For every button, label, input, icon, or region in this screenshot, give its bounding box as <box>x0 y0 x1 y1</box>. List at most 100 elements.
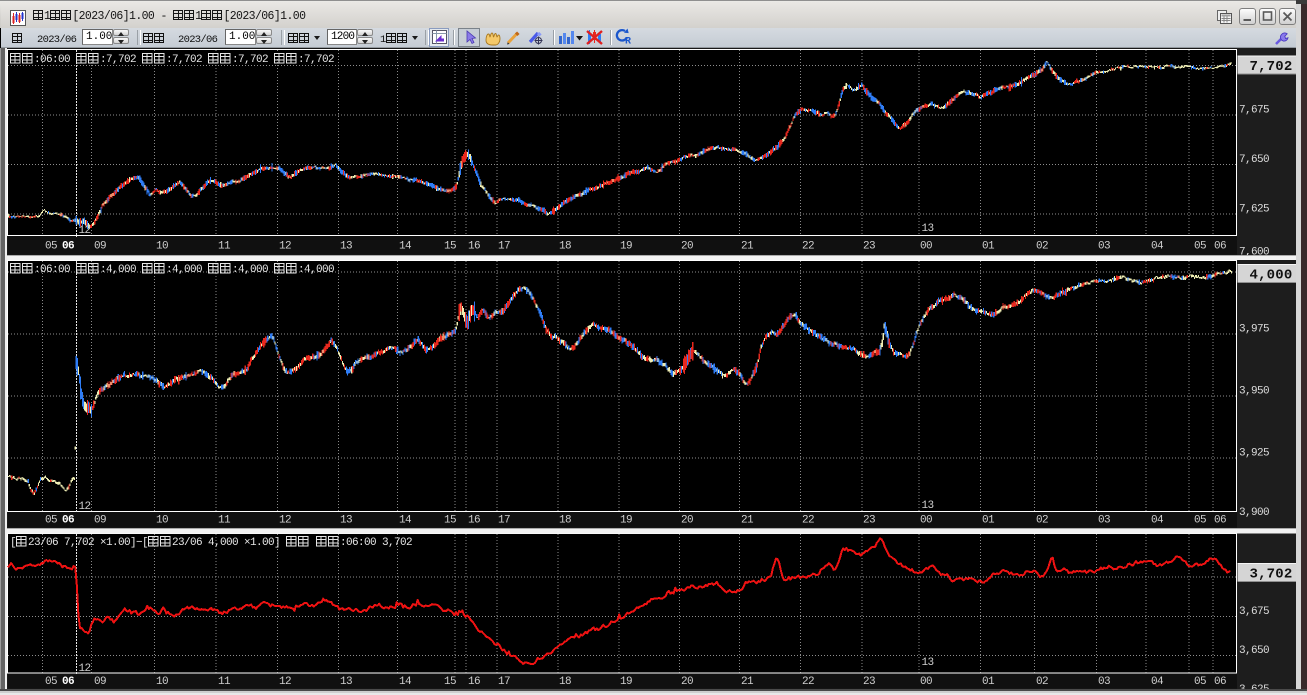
svg-text:09: 09 <box>94 241 106 253</box>
svg-text:R: R <box>625 37 631 48</box>
svg-text:20: 20 <box>681 676 693 688</box>
svg-text:10: 10 <box>156 676 168 688</box>
svg-text:09: 09 <box>94 515 106 527</box>
svg-text:×1.00]: ×1.00] <box>244 537 280 549</box>
svg-text:23/06 7,702: 23/06 7,702 <box>28 537 94 549</box>
svg-text::4,000: :4,000 <box>166 264 202 276</box>
svg-text:00: 00 <box>920 676 932 688</box>
svg-text:3,675: 3,675 <box>1239 606 1269 618</box>
svg-text::06:00: :06:00 <box>34 54 70 66</box>
svg-text:13: 13 <box>340 676 352 688</box>
svg-text:12: 12 <box>279 515 291 527</box>
svg-text:23: 23 <box>863 515 875 527</box>
svg-text:19: 19 <box>620 241 632 253</box>
svg-text:04: 04 <box>1151 676 1164 688</box>
svg-text:02: 02 <box>1036 241 1048 253</box>
svg-text:04: 04 <box>1151 241 1164 253</box>
svg-text::4,000: :4,000 <box>298 264 334 276</box>
svg-text::7,702: :7,702 <box>232 54 268 66</box>
svg-text:14: 14 <box>399 515 412 527</box>
svg-text:05: 05 <box>45 241 57 253</box>
svg-text:02: 02 <box>1036 515 1048 527</box>
svg-text:06: 06 <box>62 676 74 688</box>
svg-text:12: 12 <box>79 663 91 675</box>
svg-text:12: 12 <box>79 225 91 237</box>
svg-text:06: 06 <box>1214 241 1226 253</box>
svg-text:3,650: 3,650 <box>1239 645 1269 657</box>
svg-text:18: 18 <box>559 515 571 527</box>
svg-text:19: 19 <box>620 676 632 688</box>
svg-text:05: 05 <box>1194 515 1206 527</box>
svg-text:14: 14 <box>399 676 412 688</box>
svg-text:05: 05 <box>45 676 57 688</box>
svg-text:00: 00 <box>920 515 932 527</box>
svg-text:06: 06 <box>62 515 74 527</box>
svg-text::4,000: :4,000 <box>100 264 136 276</box>
svg-text:10: 10 <box>156 515 168 527</box>
svg-text:14: 14 <box>399 241 412 253</box>
svg-text:22: 22 <box>802 676 814 688</box>
svg-text:05: 05 <box>45 515 57 527</box>
svg-text:06: 06 <box>1214 676 1226 688</box>
svg-text:11: 11 <box>218 515 231 527</box>
svg-text:05: 05 <box>1194 241 1206 253</box>
svg-text:20: 20 <box>681 241 693 253</box>
svg-text:17: 17 <box>498 676 510 688</box>
svg-text:23: 23 <box>863 241 875 253</box>
svg-text:12: 12 <box>79 501 91 513</box>
svg-text:3,925: 3,925 <box>1239 448 1269 460</box>
svg-text:7,650: 7,650 <box>1239 154 1269 166</box>
svg-text:05: 05 <box>1194 676 1206 688</box>
svg-text:11: 11 <box>218 241 231 253</box>
svg-text:3,975: 3,975 <box>1239 324 1269 336</box>
svg-text:13: 13 <box>922 500 934 512</box>
svg-text:23/06 4,000: 23/06 4,000 <box>172 537 238 549</box>
svg-text::7,702: :7,702 <box>100 54 136 66</box>
svg-text:13: 13 <box>340 515 352 527</box>
svg-text:3,900: 3,900 <box>1239 507 1269 519</box>
svg-text:13: 13 <box>340 241 352 253</box>
svg-text:17: 17 <box>498 515 510 527</box>
svg-text:03: 03 <box>1098 515 1110 527</box>
svg-text::7,702: :7,702 <box>298 54 334 66</box>
svg-text:3,702: 3,702 <box>1249 567 1292 583</box>
svg-text:03: 03 <box>1098 241 1110 253</box>
svg-text:[: [ <box>10 537 16 549</box>
svg-text:22: 22 <box>802 515 814 527</box>
svg-text:23: 23 <box>863 676 875 688</box>
svg-text:16: 16 <box>468 676 480 688</box>
svg-text:21: 21 <box>741 515 754 527</box>
svg-text:02: 02 <box>1036 676 1048 688</box>
svg-text:13: 13 <box>922 657 934 669</box>
svg-text:00: 00 <box>920 241 932 253</box>
svg-text:[: [ <box>142 537 148 549</box>
svg-text::06:00 3,702: :06:00 3,702 <box>340 537 412 549</box>
svg-text:10: 10 <box>156 241 168 253</box>
svg-text:21: 21 <box>741 241 754 253</box>
svg-text:06: 06 <box>1214 515 1226 527</box>
svg-text:20: 20 <box>681 515 693 527</box>
svg-text:01: 01 <box>982 515 995 527</box>
svg-text:×1.00]: ×1.00] <box>100 537 136 549</box>
svg-text:19: 19 <box>620 515 632 527</box>
svg-text:7,702: 7,702 <box>1249 59 1292 75</box>
svg-text:7,675: 7,675 <box>1239 105 1269 117</box>
svg-text:04: 04 <box>1151 515 1164 527</box>
svg-text:09: 09 <box>94 676 106 688</box>
svg-text::06:00: :06:00 <box>34 264 70 276</box>
svg-text:12: 12 <box>279 676 291 688</box>
svg-text:18: 18 <box>559 676 571 688</box>
svg-text:3,950: 3,950 <box>1239 386 1269 398</box>
svg-text::7,702: :7,702 <box>166 54 202 66</box>
svg-text:15: 15 <box>444 676 456 688</box>
svg-text:03: 03 <box>1098 676 1110 688</box>
svg-text:15: 15 <box>444 515 456 527</box>
svg-text:15: 15 <box>444 241 456 253</box>
svg-text:7,625: 7,625 <box>1239 204 1269 216</box>
svg-text:4,000: 4,000 <box>1249 268 1292 284</box>
svg-text:21: 21 <box>741 676 754 688</box>
svg-text:13: 13 <box>922 223 934 235</box>
svg-text:12: 12 <box>279 241 291 253</box>
svg-text:18: 18 <box>559 241 571 253</box>
svg-text::4,000: :4,000 <box>232 264 268 276</box>
